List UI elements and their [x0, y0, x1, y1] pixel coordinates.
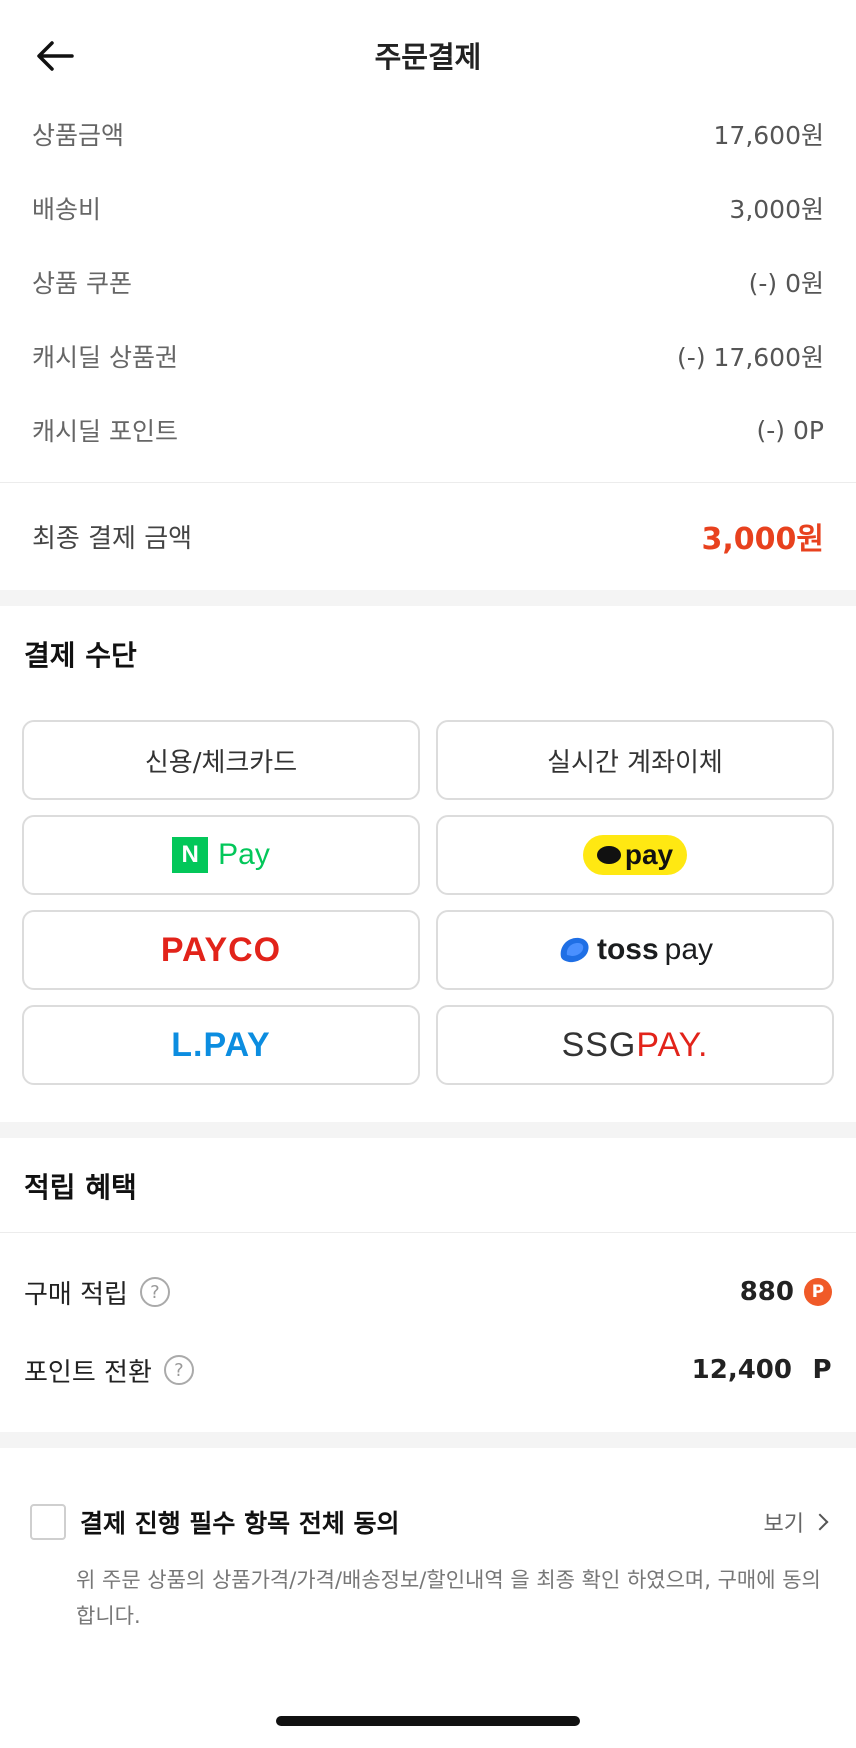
summary-value: 3,000원 [729, 195, 824, 224]
agreement-row: 결제 진행 필수 항목 전체 동의 보기 [30, 1500, 829, 1544]
payment-section-title: 결제 수단 [24, 639, 137, 672]
point-conversion-row: 포인트 전환 ? 12,400 P [24, 1346, 832, 1394]
naverpay-button[interactable]: N Pay [22, 815, 420, 895]
home-indicator[interactable] [276, 1716, 580, 1726]
chevron-right-icon [811, 1513, 829, 1531]
rewards-section-title: 적립 혜택 [24, 1171, 137, 1204]
section-divider [0, 1432, 856, 1448]
reward-value: 880 [739, 1277, 794, 1307]
point-badge-icon: P [804, 1278, 832, 1306]
ssg-pay-label: PAY. [636, 1025, 709, 1064]
summary-row-coupon: 상품 쿠폰 (-) 0원 [32, 262, 824, 302]
bank-transfer-button[interactable]: 실시간 계좌이체 [436, 720, 834, 800]
reward-value-group: 880 P [740, 1277, 832, 1307]
view-terms-label: 보기 [763, 1512, 804, 1537]
header: 주문결제 [0, 0, 856, 108]
divider [0, 1232, 856, 1233]
summary-value: (-) 0P [756, 415, 824, 445]
kakaopay-label: pay [624, 839, 674, 870]
naverpay-label: Pay [218, 838, 270, 871]
agree-all-label[interactable]: 결제 진행 필수 항목 전체 동의 [80, 1504, 764, 1540]
summary-value: 17,600원 [713, 121, 824, 150]
tosspay-button[interactable]: toss pay [436, 910, 834, 990]
reward-label: 포인트 전환 [24, 1357, 152, 1388]
pay-label: pay [664, 933, 714, 966]
reward-value: 12,400 [691, 1355, 792, 1385]
reward-label: 구매 적립 [24, 1279, 128, 1310]
ssg-label: SSG [561, 1025, 637, 1064]
summary-row-points: 캐시딜 포인트 (-) 0P [32, 410, 824, 450]
reward-label-group: 포인트 전환 ? [24, 1352, 194, 1389]
summary-label: 상품금액 [32, 121, 125, 150]
tosspay-logo: toss pay [557, 933, 713, 967]
question-circle-icon[interactable]: ? [139, 1277, 170, 1307]
summary-label: 상품 쿠폰 [32, 269, 132, 298]
kakaopay-logo: pay [582, 835, 688, 875]
final-amount-label: 최종 결제 금액 [32, 523, 193, 554]
final-amount-value: 3,000원 [701, 522, 825, 557]
ssgpay-logo: SSGPAY. [562, 1026, 709, 1065]
divider [0, 482, 856, 483]
payco-logo: PAYCO [160, 930, 282, 969]
summary-value: (-) 0원 [748, 269, 824, 298]
final-amount-row: 최종 결제 금액 3,000원 [32, 512, 824, 560]
summary-label: 캐시딜 포인트 [32, 417, 178, 446]
summary-value: (-) 17,600원 [677, 343, 824, 372]
kakaopay-button[interactable]: pay [436, 815, 834, 895]
view-terms-link[interactable]: 보기 [763, 1506, 829, 1538]
toss-logo-icon [560, 937, 589, 963]
reward-value-group: 12,400 P [692, 1355, 832, 1385]
agree-all-checkbox[interactable] [30, 1504, 66, 1540]
section-divider [0, 1122, 856, 1138]
ssgpay-button[interactable]: SSGPAY. [436, 1005, 834, 1085]
section-divider [0, 590, 856, 606]
point-unit: P [812, 1355, 832, 1385]
summary-row-gift-card: 캐시딜 상품권 (-) 17,600원 [32, 336, 824, 376]
question-circle-icon[interactable]: ? [163, 1355, 194, 1385]
summary-label: 캐시딜 상품권 [32, 343, 178, 372]
summary-label: 배송비 [32, 195, 102, 224]
payco-button[interactable]: PAYCO [22, 910, 420, 990]
purchase-reward-row: 구매 적립 ? 880 P [24, 1268, 832, 1316]
lpay-button[interactable]: L.PAY [22, 1005, 420, 1085]
speech-bubble-icon [596, 846, 621, 864]
card-payment-button[interactable]: 신용/체크카드 [22, 720, 420, 800]
page-title: 주문결제 [374, 40, 482, 74]
reward-label-group: 구매 적립 ? [24, 1274, 170, 1311]
toss-label: toss [596, 933, 659, 966]
lpay-logo: L.PAY [171, 1025, 271, 1064]
summary-row-shipping: 배송비 3,000원 [32, 188, 824, 228]
summary-row-product-price: 상품금액 17,600원 [32, 114, 824, 154]
agreement-description: 위 주문 상품의 상품가격/가격/배송정보/할인내역 을 최종 확인 하였으며,… [76, 1568, 821, 1628]
naver-logo-icon: N [172, 837, 209, 873]
